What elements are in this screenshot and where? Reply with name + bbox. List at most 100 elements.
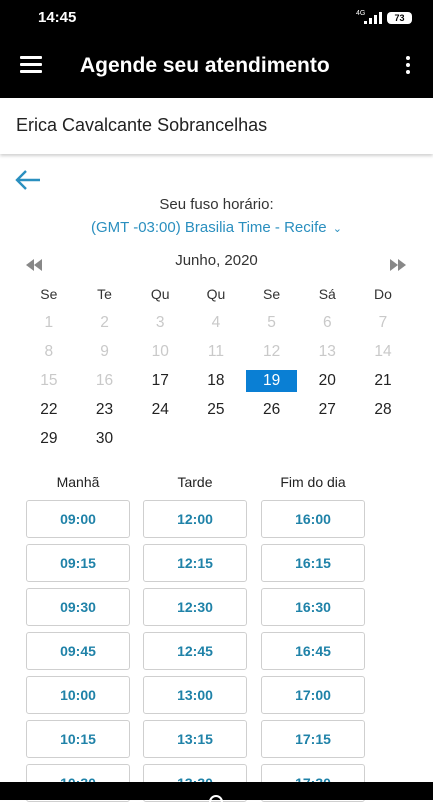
calendar-day-number: 23	[95, 401, 114, 418]
slot-column-header: Fim do dia	[280, 474, 346, 490]
timezone-label: Seu fuso horário:	[159, 196, 274, 213]
calendar-day-number: 2	[100, 314, 109, 331]
calendar-day[interactable]: 18	[188, 370, 244, 399]
calendar-day-number: 6	[322, 314, 332, 331]
calendar-day-number: 5	[267, 314, 276, 331]
more-options-icon[interactable]	[404, 56, 412, 78]
calendar-day[interactable]: 30	[77, 428, 133, 457]
calendar-day-number: 8	[44, 343, 54, 360]
calendar-day[interactable]: 28	[355, 399, 411, 428]
status-time: 14:45	[38, 9, 77, 26]
calendar-day: 9	[77, 341, 133, 370]
time-slot-button[interactable]: 12:00	[143, 500, 247, 538]
time-slot-button[interactable]: 10:15	[26, 720, 130, 758]
time-slot-button[interactable]: 12:45	[143, 632, 247, 670]
weekday-label: Se	[40, 286, 58, 302]
calendar-day-number: 3	[155, 314, 165, 331]
calendar-day-number: 30	[95, 430, 114, 447]
calendar-day: 8	[21, 341, 77, 370]
status-bar: 14:45 4G 73	[0, 0, 433, 36]
weekday-label: Do	[374, 286, 392, 302]
calendar-day-number: 1	[44, 314, 54, 331]
calendar-day[interactable]: 22	[21, 399, 77, 428]
calendar-day-number: 29	[40, 430, 58, 447]
calendar-day-number: 21	[374, 372, 392, 389]
calendar-day-number: 26	[262, 401, 281, 418]
calendar-day[interactable]: 25	[188, 399, 244, 428]
timezone-value: (GMT -03:00) Brasilia Time - Recife	[90, 219, 327, 236]
back-arrow-icon[interactable]	[14, 168, 42, 192]
time-slot-button[interactable]: 12:15	[143, 544, 247, 582]
time-slot-button[interactable]: 17:15	[261, 720, 365, 758]
calendar-day-number: 9	[100, 343, 109, 360]
calendar-week-row: 15 16 17 18 19 20 21	[21, 370, 411, 399]
time-slot-button[interactable]: 10:00	[26, 676, 130, 714]
calendar-day[interactable]: 23	[77, 399, 133, 428]
hamburger-menu-icon[interactable]	[20, 56, 42, 74]
timezone-select[interactable]: (GMT -03:00) Brasilia Time - Recife ⌄	[0, 219, 433, 236]
calendar-day[interactable]: 27	[299, 399, 355, 428]
time-slot-button[interactable]: 09:45	[26, 632, 130, 670]
calendar-day-number: 16	[95, 372, 114, 389]
calendar-day: 5	[244, 312, 300, 341]
calendar-day: 4	[188, 312, 244, 341]
calendar-week-row: 29 30	[21, 428, 411, 457]
calendar-day[interactable]: 20	[299, 370, 355, 399]
weekday-label: Qu	[206, 286, 226, 302]
calendar-day-selected[interactable]: 19	[244, 370, 300, 399]
calendar-day: 11	[188, 341, 244, 370]
app-bar: Agende seu atendimento	[0, 36, 433, 98]
time-slot-button[interactable]: 09:00	[26, 500, 130, 538]
slot-column-header: Tarde	[177, 474, 213, 490]
calendar-day[interactable]: 24	[132, 399, 188, 428]
weekday-label: Sá	[318, 286, 336, 302]
calendar-day-number: 18	[207, 372, 225, 389]
calendar-day-number: 12	[262, 343, 281, 360]
next-month-icon[interactable]	[390, 259, 406, 271]
calendar-day: 12	[244, 341, 300, 370]
calendar-day-number: 19	[246, 370, 298, 392]
time-slot-button[interactable]: 13:00	[143, 676, 247, 714]
calendar-day-number: 28	[374, 401, 392, 418]
calendar-day[interactable]: 29	[21, 428, 77, 457]
page-title: Agende seu atendimento	[80, 54, 330, 77]
weekday-label: Se	[263, 286, 281, 302]
signal-icon	[364, 12, 382, 24]
calendar-grid: Se Te Qu Qu Se Sá Do 1 2 3 4 5 6 7 8 9 10 11 12 13 14 15 16 17…	[21, 283, 411, 457]
calendar-day-number: 22	[40, 401, 58, 418]
month-label: Junho, 2020	[175, 252, 258, 269]
calendar-day-number: 4	[211, 314, 221, 331]
calendar-day-number: 25	[207, 401, 225, 418]
time-slot-button[interactable]: 12:30	[143, 588, 247, 626]
calendar-day-number: 13	[318, 343, 336, 360]
time-slot-button[interactable]: 09:15	[26, 544, 130, 582]
time-slot-button[interactable]: 16:45	[261, 632, 365, 670]
calendar-week-row: 1 2 3 4 5 6 7	[21, 312, 411, 341]
calendar-day: 3	[132, 312, 188, 341]
calendar-day: 1	[21, 312, 77, 341]
time-slot-button[interactable]: 16:15	[261, 544, 365, 582]
calendar-day[interactable]: 26	[244, 399, 300, 428]
home-button-icon[interactable]	[209, 795, 223, 809]
calendar-day-number: 10	[151, 343, 169, 360]
time-slot-button[interactable]: 09:30	[26, 588, 130, 626]
time-slot-button[interactable]: 16:00	[261, 500, 365, 538]
calendar-day: 14	[355, 341, 411, 370]
weekday-label: Qu	[150, 286, 170, 302]
calendar-day-number: 15	[40, 372, 58, 389]
calendar-day: 7	[355, 312, 411, 341]
time-slot-button[interactable]: 13:15	[143, 720, 247, 758]
calendar-day-number: 27	[318, 401, 336, 418]
calendar-day: 2	[77, 312, 133, 341]
time-slot-button[interactable]: 16:30	[261, 588, 365, 626]
calendar-day-number: 20	[318, 372, 336, 389]
calendar-day-number: 11	[207, 343, 224, 360]
calendar-day-number: 24	[151, 401, 169, 418]
calendar-day-number: 14	[374, 343, 392, 360]
calendar-day-number: 17	[151, 372, 169, 389]
time-slot-button[interactable]: 17:00	[261, 676, 365, 714]
calendar-day[interactable]: 17	[132, 370, 188, 399]
slot-column-header: Manhã	[56, 474, 100, 490]
calendar-day[interactable]: 21	[355, 370, 411, 399]
chevron-down-icon: ⌄	[332, 223, 342, 235]
